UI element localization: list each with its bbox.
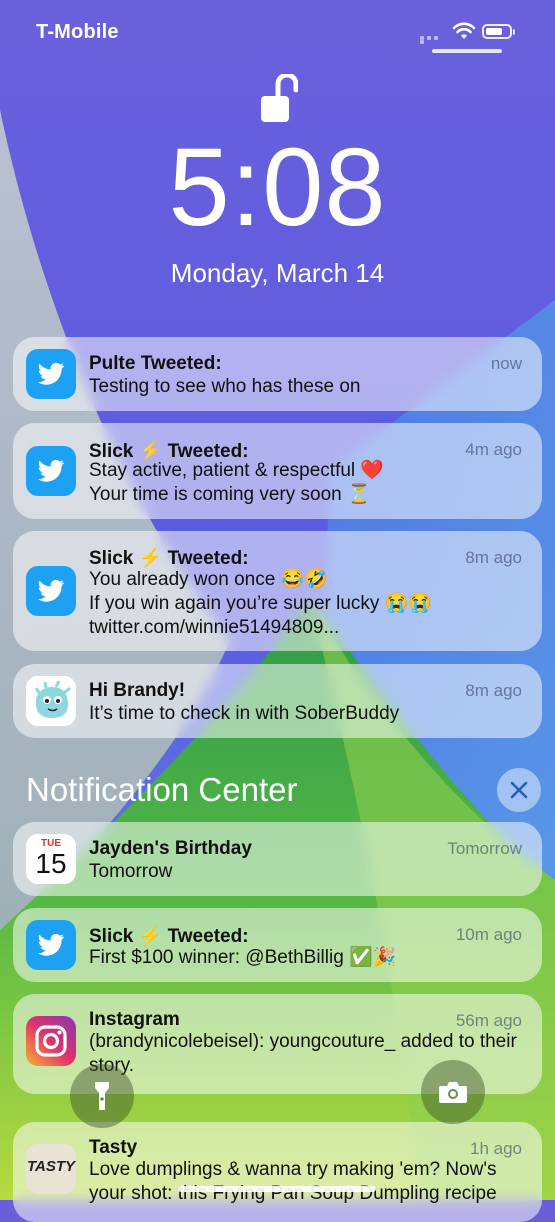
camera-button[interactable] [421, 1060, 485, 1124]
battery-icon [482, 24, 515, 39]
notification-title: Slick ⚡️ Tweeted: [89, 926, 249, 947]
wifi-icon [452, 22, 476, 39]
notification-time: 10m ago [455, 925, 522, 944]
calendar-icon-date: 15 [35, 848, 67, 879]
notification-body: Love dumplings & wanna try making 'em? N… [89, 1159, 497, 1204]
notification-title: Pulte Tweeted: [89, 353, 222, 374]
camera-icon [439, 1082, 467, 1103]
notification-title: Hi Brandy! [89, 680, 186, 701]
notification-time: Tomorrow [447, 839, 522, 858]
tasty-icon-text: TASTY [26, 1158, 76, 1175]
clear-notifications-button[interactable] [497, 768, 541, 812]
instagram-icon [26, 1016, 76, 1066]
notification-body: Stay active, patient & respectful ❤️ You… [89, 460, 385, 505]
notification-body: It’s time to check in with SoberBuddy [89, 703, 400, 724]
notification-time: 4m ago [465, 440, 522, 459]
lock-screen-date: Monday, March 14 [170, 258, 385, 288]
notification-time: 1h ago [470, 1139, 522, 1158]
twitter-icon [26, 920, 76, 970]
lock-screen-time: 5:08 [168, 126, 387, 249]
notification-body: Tomorrow [89, 861, 173, 882]
notification-card[interactable]: Pulte Tweeted: Testing to see who has th… [13, 337, 542, 411]
control-center-indicator[interactable] [432, 49, 502, 53]
notification-card[interactable]: Slick ⚡️ Tweeted: Stay active, patient &… [13, 423, 542, 519]
notification-body: First $100 winner: @BethBillig ✅🎉 [89, 947, 397, 968]
notification-time: now [490, 354, 522, 373]
status-bar: T-Mobile [0, 0, 555, 60]
tasty-icon: TASTY [26, 1144, 76, 1194]
unlocked-padlock-icon [261, 74, 298, 122]
notification-title: Tasty [89, 1137, 138, 1158]
twitter-icon [26, 446, 76, 496]
signal-icon [420, 36, 446, 44]
carrier-label: T-Mobile [36, 21, 119, 43]
notification-card[interactable]: TUE 15 Jayden's Birthday Tomorrow Tomorr… [13, 822, 542, 896]
notification-body: Testing to see who has these on [89, 376, 361, 397]
flashlight-icon [95, 1082, 109, 1110]
notification-card[interactable]: Slick ⚡️ Tweeted: First $100 winner: @Be… [13, 908, 542, 982]
notification-card[interactable]: Hi Brandy! It’s time to check in with So… [13, 664, 542, 738]
calendar-icon: TUE 15 [26, 834, 76, 884]
notification-title: Slick ⚡️ Tweeted: [89, 548, 249, 569]
home-indicator[interactable] [178, 1186, 376, 1192]
twitter-icon [26, 349, 76, 399]
soberbuddy-icon [26, 676, 76, 726]
notification-title: Jayden's Birthday [89, 838, 252, 859]
twitter-icon [26, 566, 76, 616]
notification-time: 56m ago [455, 1011, 522, 1030]
notification-card[interactable]: TASTY Tasty Love dumplings & wanna try m… [13, 1122, 542, 1222]
notification-center-title: Notification Center [26, 771, 298, 808]
notification-time: 8m ago [465, 681, 522, 700]
notification-body: You already won once 😂🤣 If you win again… [89, 569, 433, 638]
close-icon [510, 781, 528, 799]
flashlight-button[interactable] [70, 1064, 134, 1128]
notification-card[interactable]: Slick ⚡️ Tweeted: You already won once 😂… [13, 531, 542, 651]
notification-title: Instagram [89, 1009, 180, 1030]
notification-time: 8m ago [465, 548, 522, 567]
